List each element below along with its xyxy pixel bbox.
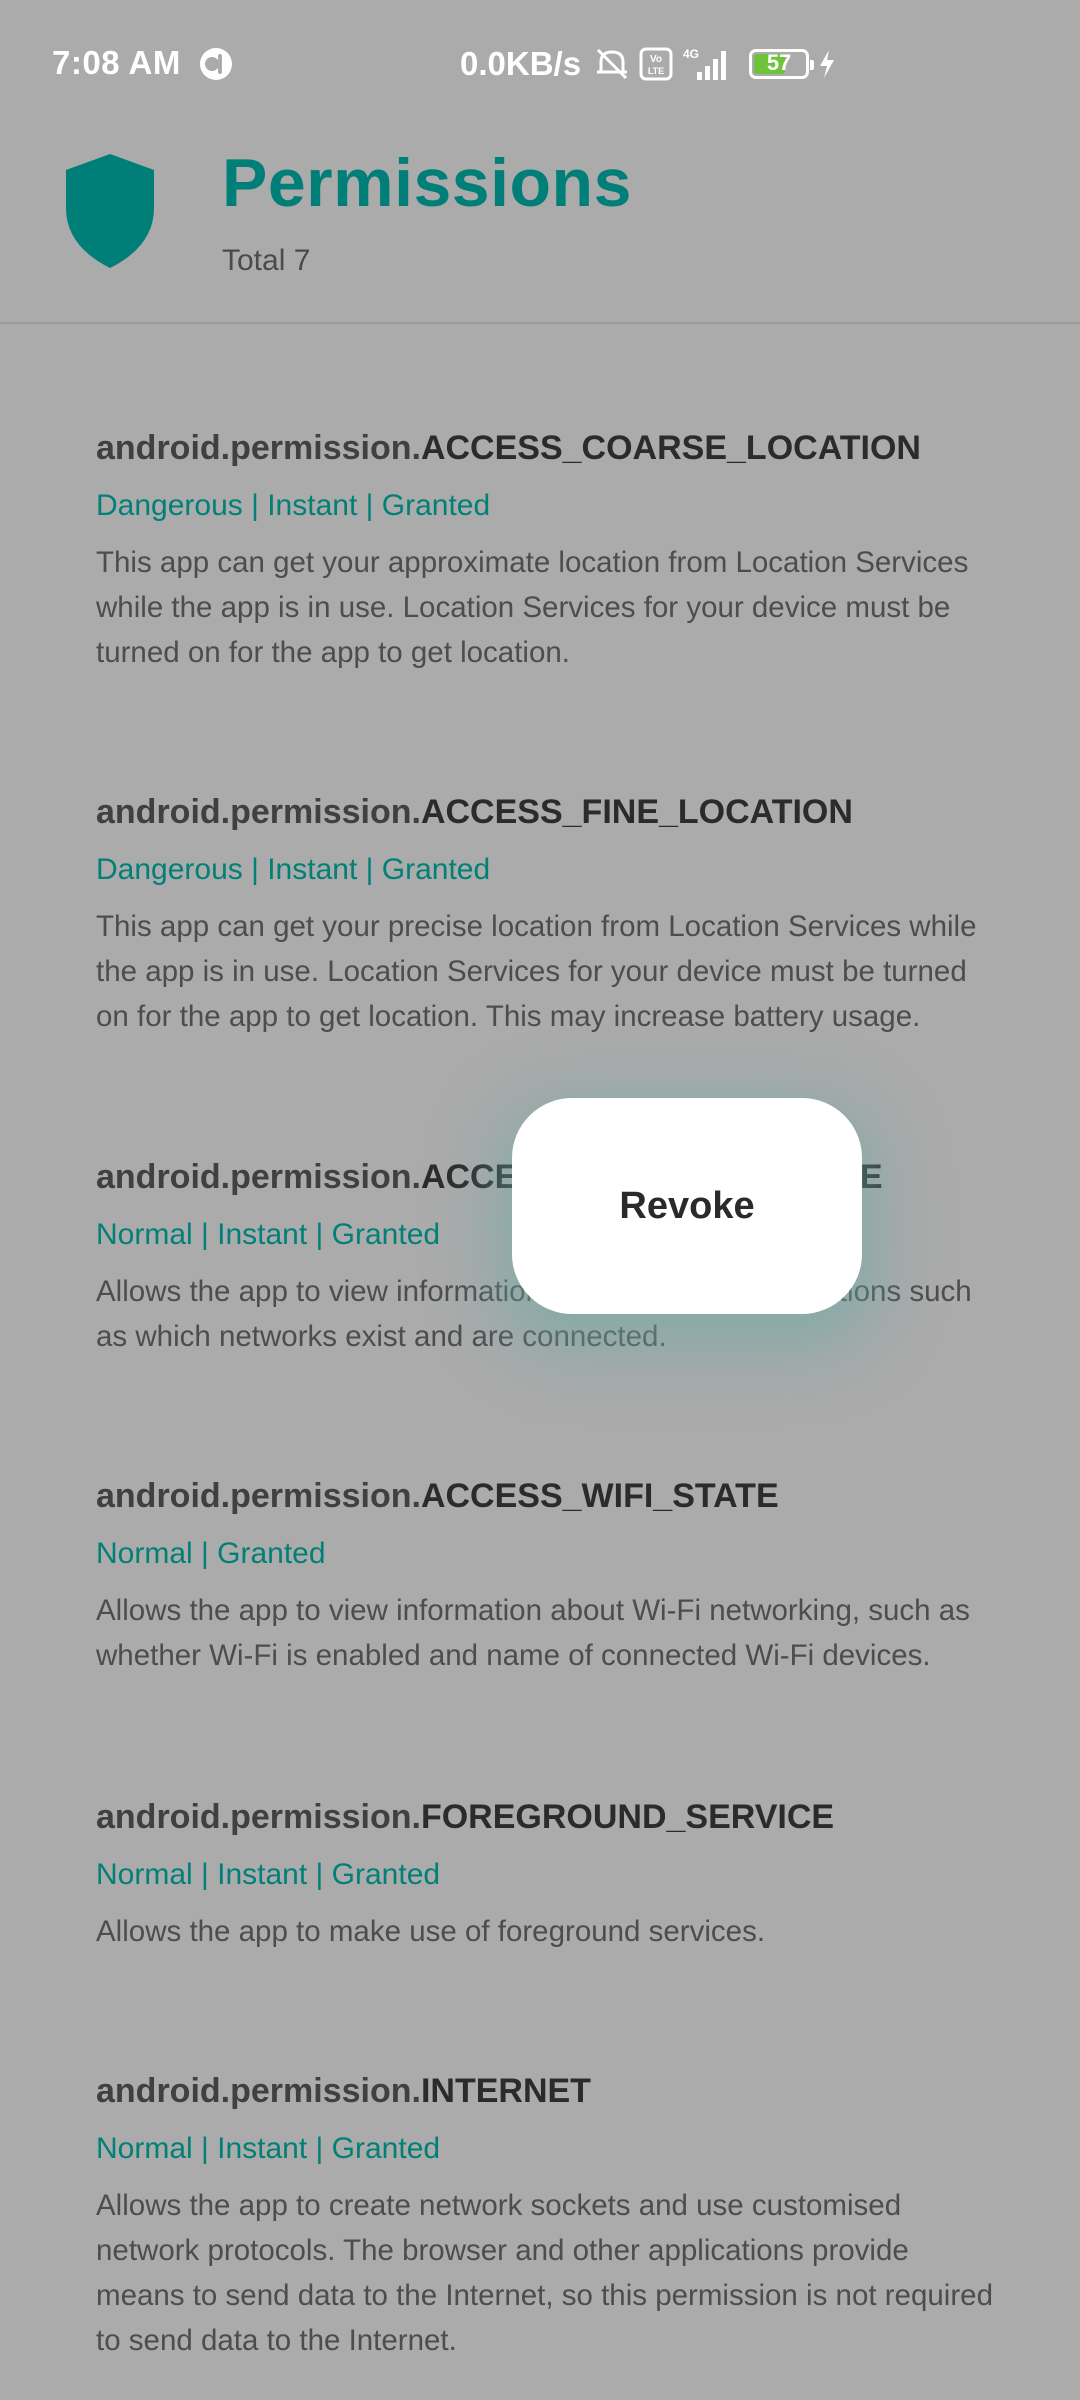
- permission-tags: Normal | Granted: [96, 1537, 326, 1570]
- permission-prefix: android.permission.: [96, 429, 421, 467]
- battery-level: 57: [766, 50, 792, 75]
- svg-text:LTE: LTE: [648, 66, 664, 76]
- permission-prefix: android.permission.: [96, 793, 421, 831]
- permission-suffix: ACCESS_FINE_LOCATION: [420, 793, 853, 831]
- permission-description: Allows the app to view information about…: [96, 1594, 970, 1672]
- shield-icon: [66, 154, 154, 268]
- signal-icon: 4G: [683, 47, 727, 80]
- battery-icon: 57: [749, 49, 815, 79]
- permission-prefix: android.permission.: [96, 1158, 421, 1196]
- permission-tags: Dangerous | Instant | Granted: [96, 489, 491, 522]
- permission-count: Total 7: [222, 244, 311, 277]
- permission-name: android.permission.FOREGROUND_SERVICE: [96, 1795, 996, 1839]
- status-bar: 7:08 AM 0.0KB/s Vo LTE 4G 57: [0, 0, 1080, 128]
- permission-item[interactable]: android.permission.ACCESS_FINE_LOCATION …: [96, 790, 996, 1039]
- mute-icon: [597, 48, 628, 80]
- page-header: Permissions Total 7: [0, 128, 1080, 324]
- network-speed: 0.0KB/s: [460, 45, 582, 82]
- permission-item[interactable]: android.permission.FOREGROUND_SERVICE No…: [96, 1795, 996, 1954]
- charging-icon: [820, 50, 835, 78]
- permission-tags: Normal | Instant | Granted: [96, 1858, 441, 1891]
- permission-tags: Normal | Instant | Granted: [96, 2132, 441, 2165]
- permission-item[interactable]: android.permission.INTERNET Normal | Ins…: [96, 2069, 996, 2363]
- permission-name: android.permission.ACCESS_FINE_LOCATION: [96, 790, 996, 834]
- permission-tags: Dangerous | Instant | Granted: [96, 853, 491, 886]
- permission-suffix: ACCESS_WIFI_STATE: [420, 1477, 779, 1515]
- svg-text:Vo: Vo: [650, 54, 662, 65]
- permission-prefix: android.permission.: [96, 1798, 421, 1836]
- permission-description: This app can get your approximate locati…: [96, 546, 969, 669]
- volte-icon: Vo LTE: [639, 47, 673, 81]
- permission-item[interactable]: android.permission.ACCESS_WIFI_STATE Nor…: [96, 1474, 996, 1678]
- permission-description: This app can get your precise location f…: [96, 910, 977, 1033]
- permission-description: Allows the app to create network sockets…: [96, 2189, 993, 2357]
- permission-name: android.permission.ACCESS_COARSE_LOCATIO…: [96, 426, 996, 470]
- permission-prefix: android.permission.: [96, 2072, 421, 2110]
- permission-suffix: FOREGROUND_SERVICE: [420, 1798, 835, 1836]
- permission-name: android.permission.ACCESS_WIFI_STATE: [96, 1474, 996, 1518]
- status-time: 7:08 AM: [52, 44, 181, 81]
- page-title: Permissions: [222, 145, 632, 221]
- svg-text:4G: 4G: [683, 47, 699, 61]
- permission-suffix: ACCESS_COARSE_LOCATION: [420, 429, 921, 467]
- permission-prefix: android.permission.: [96, 1477, 421, 1515]
- permission-item[interactable]: android.permission.ACCESS_COARSE_LOCATIO…: [96, 426, 996, 675]
- status-right-group: 0.0KB/s Vo LTE 4G 57: [460, 44, 837, 84]
- app-status-icon: [200, 48, 232, 80]
- permission-suffix: INTERNET: [420, 2072, 591, 2110]
- permission-name: android.permission.INTERNET: [96, 2069, 996, 2113]
- permission-description: Allows the app to make use of foreground…: [96, 1915, 766, 1948]
- revoke-button[interactable]: Revoke: [512, 1098, 862, 1314]
